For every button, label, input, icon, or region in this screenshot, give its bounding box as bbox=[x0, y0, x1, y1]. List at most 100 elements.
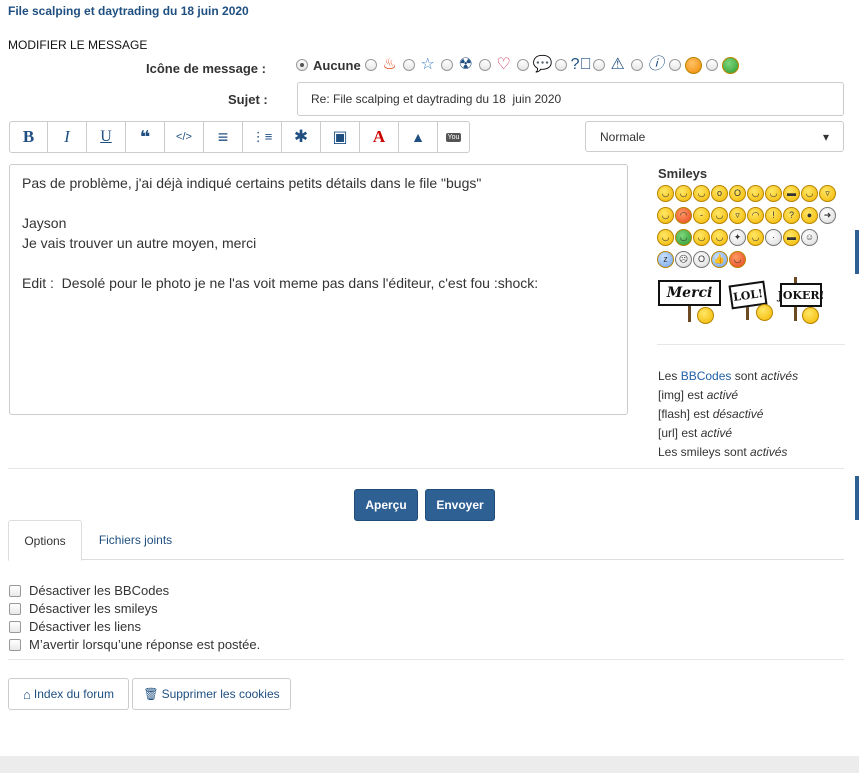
smiley-icon[interactable]: o bbox=[711, 185, 728, 202]
trash-icon: 🗑 bbox=[143, 687, 159, 701]
submit-button[interactable]: Envoyer bbox=[425, 489, 495, 521]
icon-option-warning[interactable]: ⚠ bbox=[592, 56, 627, 74]
joker-sign-smiley[interactable]: JOKER! bbox=[778, 283, 824, 307]
smiley-icon[interactable]: ● bbox=[801, 207, 818, 224]
option-disable-bbcode[interactable]: Désactiver les BBCodes bbox=[9, 582, 260, 600]
subject-input[interactable] bbox=[297, 82, 844, 116]
smiley-icon[interactable]: ◡ bbox=[693, 229, 710, 246]
merci-sign-smiley[interactable]: Merci bbox=[658, 280, 721, 306]
image-button[interactable]: ▣ bbox=[321, 121, 360, 153]
bold-button[interactable]: B bbox=[9, 121, 48, 153]
smiley-icon[interactable]: ◡ bbox=[747, 185, 764, 202]
smiley-icon[interactable]: O bbox=[729, 185, 746, 202]
smiley-icon[interactable]: ◡ bbox=[657, 207, 674, 224]
font-size-select[interactable]: Normale ▾ bbox=[585, 121, 844, 152]
list-icon: ≡ bbox=[217, 126, 229, 147]
icon-option-star[interactable]: ☆ bbox=[402, 56, 437, 74]
icon-option-question[interactable]: ?⃝ bbox=[554, 56, 592, 74]
option-disable-smileys[interactable]: Désactiver les smileys bbox=[9, 600, 260, 618]
smiley-icon[interactable]: ◡ bbox=[675, 229, 692, 246]
icon-option-heart[interactable]: ♡ bbox=[478, 56, 513, 74]
tab-options[interactable]: Options bbox=[8, 520, 82, 561]
arrow-smiley-icon[interactable]: ➜ bbox=[819, 207, 836, 224]
smiley-icon[interactable]: ◡ bbox=[711, 229, 728, 246]
checkbox[interactable] bbox=[9, 639, 21, 651]
list-item-button[interactable]: ✱ bbox=[282, 121, 321, 153]
quote-button[interactable]: ❝ bbox=[126, 121, 165, 153]
message-icon-label: Icône de message : bbox=[146, 61, 266, 76]
underline-button[interactable]: U bbox=[87, 121, 126, 153]
smiley-icon[interactable]: ▿ bbox=[819, 185, 836, 202]
code-button[interactable]: </> bbox=[165, 121, 204, 153]
icon-option-speech[interactable]: 💬 bbox=[516, 56, 553, 74]
radio-star[interactable] bbox=[402, 59, 415, 71]
smiley-icon[interactable]: ◡ bbox=[657, 185, 674, 202]
italic-button[interactable]: I bbox=[48, 121, 87, 153]
smiley-icon[interactable]: ✦ bbox=[729, 229, 746, 246]
star-icon: ☆ bbox=[420, 56, 435, 73]
smiley-icon[interactable]: ◡ bbox=[801, 185, 818, 202]
smiley-icon[interactable]: ◡ bbox=[657, 229, 674, 246]
preview-button[interactable]: Aperçu bbox=[354, 489, 418, 521]
radio-question[interactable] bbox=[554, 59, 567, 71]
bbcodes-link[interactable]: BBCodes bbox=[681, 369, 732, 383]
smiley-icon[interactable]: ◡ bbox=[765, 185, 782, 202]
message-editor[interactable]: Pas de problème, j'ai déjà indiqué certa… bbox=[9, 164, 628, 415]
smileys-title: Smileys bbox=[658, 166, 708, 181]
option-label: Désactiver les smileys bbox=[29, 601, 158, 616]
radio-radioactive[interactable] bbox=[440, 59, 453, 71]
tab-attachments[interactable]: Fichiers joints bbox=[88, 520, 183, 560]
smiley-icon[interactable]: ▿ bbox=[729, 207, 746, 224]
chevron-down-icon: ▾ bbox=[822, 129, 829, 144]
radio-fire[interactable] bbox=[364, 59, 377, 71]
radio-info[interactable] bbox=[630, 59, 643, 71]
warning-icon: ⚠ bbox=[610, 56, 625, 73]
checkbox[interactable] bbox=[9, 585, 21, 597]
smiley-icon[interactable]: ! bbox=[765, 207, 782, 224]
checkbox[interactable] bbox=[9, 603, 21, 615]
radio-speech[interactable] bbox=[516, 59, 529, 71]
option-disable-links[interactable]: Désactiver les liens bbox=[9, 618, 260, 636]
thumbs-up-smiley-icon[interactable]: 👍 bbox=[711, 251, 728, 268]
delete-cookies-button[interactable]: 🗑 Supprimer les cookies bbox=[132, 678, 291, 710]
icon-option-fire[interactable]: ♨ bbox=[364, 56, 399, 74]
checkbox[interactable] bbox=[9, 621, 21, 633]
smiley-icon[interactable]: ▬ bbox=[783, 229, 800, 246]
smiley-icon[interactable]: ? bbox=[783, 207, 800, 224]
smiley-icon[interactable]: ▬ bbox=[783, 185, 800, 202]
youtube-button[interactable]: You bbox=[438, 121, 470, 153]
smiley-icon[interactable]: ◠ bbox=[747, 207, 764, 224]
radio-green-smiley[interactable] bbox=[705, 59, 718, 71]
smiley-icon[interactable]: - bbox=[693, 207, 710, 224]
radio-orange-smiley[interactable] bbox=[668, 59, 681, 71]
smiley-icon[interactable]: ◡ bbox=[675, 185, 692, 202]
icon-option-radioactive[interactable]: ☢ bbox=[440, 56, 475, 74]
smiley-icon[interactable]: ◡ bbox=[693, 185, 710, 202]
radio-none[interactable] bbox=[296, 59, 308, 71]
shock-smiley-icon[interactable]: O bbox=[693, 251, 710, 268]
icon-option-green-smiley[interactable] bbox=[705, 56, 739, 74]
img-status: [img] est activé bbox=[658, 386, 798, 405]
smiley-icon[interactable]: · bbox=[765, 229, 782, 246]
question-icon: ?⃝ bbox=[570, 56, 592, 73]
color-button[interactable]: A bbox=[360, 121, 399, 153]
smiley-icon[interactable]: ◡ bbox=[747, 229, 764, 246]
icon-option-info[interactable]: ⓘ bbox=[630, 56, 665, 74]
thread-title[interactable]: File scalping et daytrading du 18 juin 2… bbox=[8, 4, 249, 18]
icon-option-orange-smiley[interactable] bbox=[668, 56, 702, 74]
radio-heart[interactable] bbox=[478, 59, 491, 71]
smiley-icon[interactable]: ◡ bbox=[711, 207, 728, 224]
icon-option-none[interactable]: Aucune bbox=[296, 58, 361, 73]
list-button[interactable]: ≡ bbox=[204, 121, 243, 153]
smiley-icon[interactable]: ☺ bbox=[801, 229, 818, 246]
scroll-indicator bbox=[855, 476, 859, 520]
alert-button[interactable]: ▲ bbox=[399, 121, 438, 153]
option-notify-reply[interactable]: M’avertir lorsqu’une réponse est postée. bbox=[9, 636, 260, 654]
radio-warning[interactable] bbox=[592, 59, 605, 71]
smiley-icon[interactable]: ◡ bbox=[729, 251, 746, 268]
numbered-list-button[interactable]: ⋮≡ bbox=[243, 121, 282, 153]
smiley-icon[interactable]: ◠ bbox=[675, 207, 692, 224]
sleep-smiley-icon[interactable]: z bbox=[657, 251, 674, 268]
sad-smiley-icon[interactable]: ☹ bbox=[675, 251, 692, 268]
forum-index-button[interactable]: ⌂ Index du forum bbox=[8, 678, 129, 710]
